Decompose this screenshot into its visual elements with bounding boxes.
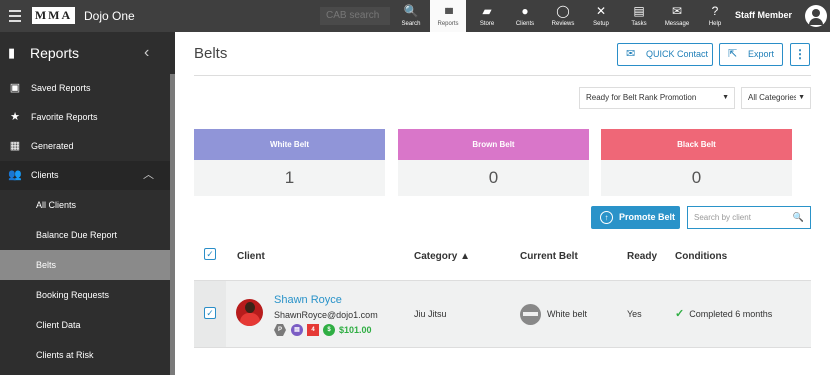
bar-chart-icon: ▮ [8, 45, 16, 60]
nav-store[interactable]: ▰ Store [469, 0, 505, 32]
chevron-up-icon: ︿ [143, 169, 154, 181]
profile-badge-icon: P [274, 324, 286, 336]
brown-belt-card[interactable]: Brown Belt 0 [398, 129, 589, 196]
app-name: Dojo One [84, 9, 135, 23]
rank-filter-select[interactable]: Ready for Belt Rank Promotion ▼ [579, 87, 735, 109]
nav-help[interactable]: ? Help [697, 0, 733, 32]
sidebar-subitem-all-clients[interactable]: All Clients [0, 190, 175, 220]
card-count: 0 [691, 168, 702, 187]
client-category: Jiu Jitsu [414, 309, 447, 319]
sidebar: ▮ Reports ‹ ▣ Saved Reports ★ Favorite Rep… [0, 32, 175, 375]
client-search-input[interactable]: Search by client 🔍 [687, 206, 811, 229]
menu-icon[interactable] [9, 10, 21, 25]
more-options-button[interactable]: ⋮ [790, 43, 810, 66]
table-header: ✓ Client Category ▲ Current Belt Ready C… [194, 240, 811, 281]
client-name-link[interactable]: Shawn Royce [274, 294, 342, 306]
global-search-input[interactable]: CAB search [320, 7, 390, 25]
white-belt-card[interactable]: White Belt 1 [194, 129, 385, 196]
sidebar-subitem-belts[interactable]: Belts [0, 250, 175, 280]
sidebar-subitem-clients-at-risk[interactable]: Clients at Risk [0, 340, 175, 370]
select-all-checkbox[interactable]: ✓ [204, 248, 216, 260]
belt-icon [520, 304, 541, 325]
promote-icon: ↑ [600, 211, 613, 224]
waiver-badge-icon: ▤ [291, 324, 303, 336]
sidebar-header: ▮ Reports ‹ [0, 32, 175, 74]
people-icon: 👥 [8, 169, 22, 181]
nav-reports[interactable]: ▮▮▮ Reports [430, 0, 466, 32]
envelope-icon: ✉ [626, 48, 636, 60]
nav-reviews[interactable]: ◯ Reviews [545, 0, 581, 32]
clipboard-icon: ▤ [633, 4, 645, 18]
sidebar-subitem-balance-due[interactable]: Balance Due Report [0, 220, 175, 250]
bar-chart-icon: ▮▮▮ [444, 6, 453, 15]
sidebar-item-favorite-reports[interactable]: ★ Favorite Reports [0, 103, 175, 132]
card-count: 0 [488, 168, 499, 187]
column-client[interactable]: Client [237, 240, 265, 273]
promote-belt-button[interactable]: ↑ Promote Belt [591, 206, 680, 229]
card-label: White Belt [194, 129, 385, 160]
export-button[interactable]: ⇱ Export [719, 43, 783, 66]
client-avatar [236, 299, 263, 326]
message-icon: ✉ [671, 4, 683, 18]
star-icon: ★ [10, 111, 20, 123]
user-icon: ● [521, 4, 529, 18]
sidebar-item-clients[interactable]: 👥 Clients ︿ [0, 161, 175, 190]
logo[interactable]: MMA [32, 7, 75, 24]
tools-icon: ✕ [595, 4, 607, 18]
divider [194, 75, 811, 76]
count-badge: 4 [307, 324, 319, 336]
chat-icon: ◯ [556, 4, 570, 18]
card-label: Brown Belt [398, 129, 589, 160]
ready-status: Yes [627, 309, 642, 319]
generated-report-icon: ▦ [9, 140, 21, 152]
sidebar-item-generated[interactable]: ▦ Generated [0, 132, 175, 161]
collapse-chevron-icon[interactable]: ‹ [144, 32, 149, 74]
category-filter-select[interactable]: All Categories ▼ [741, 87, 811, 109]
sidebar-item-saved-reports[interactable]: ▣ Saved Reports [0, 74, 175, 103]
store-icon: ▰ [482, 4, 492, 18]
main-content: Belts ✉ QUICK Contact ⇱ Export ⋮ Ready for… [175, 32, 830, 375]
top-bar: MMA Dojo One CAB search 🔍 Search ▮▮▮ Repor… [0, 0, 830, 32]
help-icon: ? [711, 4, 719, 18]
table-row[interactable]: ✓ Shawn Royce ShawnRoyce@dojo1.com P ▤ 4… [194, 281, 811, 348]
search-icon[interactable]: 🔍 [793, 207, 804, 228]
dollar-badge-icon: $ [323, 324, 335, 336]
nav-clients[interactable]: ● Clients [507, 0, 543, 32]
nav-message[interactable]: ✉ Message [659, 0, 695, 32]
column-category[interactable]: Category ▲ [414, 240, 470, 273]
card-label: Black Belt [601, 129, 792, 160]
card-count: 1 [284, 168, 295, 187]
black-belt-card[interactable]: Black Belt 0 [601, 129, 792, 196]
sidebar-title: Reports [30, 45, 80, 61]
staff-member-label[interactable]: Staff Member [735, 10, 792, 20]
caret-down-icon: ▼ [722, 94, 729, 101]
sidebar-subitem-client-data[interactable]: Client Data [0, 310, 175, 340]
column-conditions[interactable]: Conditions [675, 240, 727, 273]
user-avatar-icon[interactable] [805, 5, 827, 27]
nav-tasks[interactable]: ▤ Tasks [621, 0, 657, 32]
search-icon: 🔍 [403, 4, 419, 18]
client-email: ShawnRoyce@dojo1.com [274, 310, 378, 320]
row-checkbox[interactable]: ✓ [204, 307, 216, 319]
column-current-belt[interactable]: Current Belt [520, 240, 578, 273]
current-belt: White belt [547, 309, 588, 319]
conditions: ✓ Completed 6 months [675, 308, 773, 320]
nav-search[interactable]: 🔍 Search [393, 0, 429, 32]
checkmark-icon: ✓ [675, 308, 685, 320]
nav-setup[interactable]: ✕ Setup [583, 0, 619, 32]
column-ready[interactable]: Ready [627, 240, 657, 273]
balance-amount: $101.00 [339, 325, 372, 335]
save-icon: ▣ [9, 82, 21, 94]
page-title: Belts [194, 45, 228, 62]
export-icon: ⇱ [728, 48, 738, 60]
caret-down-icon: ▼ [796, 88, 805, 108]
sidebar-subitem-booking-requests[interactable]: Booking Requests [0, 280, 175, 310]
quick-contact-button[interactable]: ✉ QUICK Contact [617, 43, 713, 66]
